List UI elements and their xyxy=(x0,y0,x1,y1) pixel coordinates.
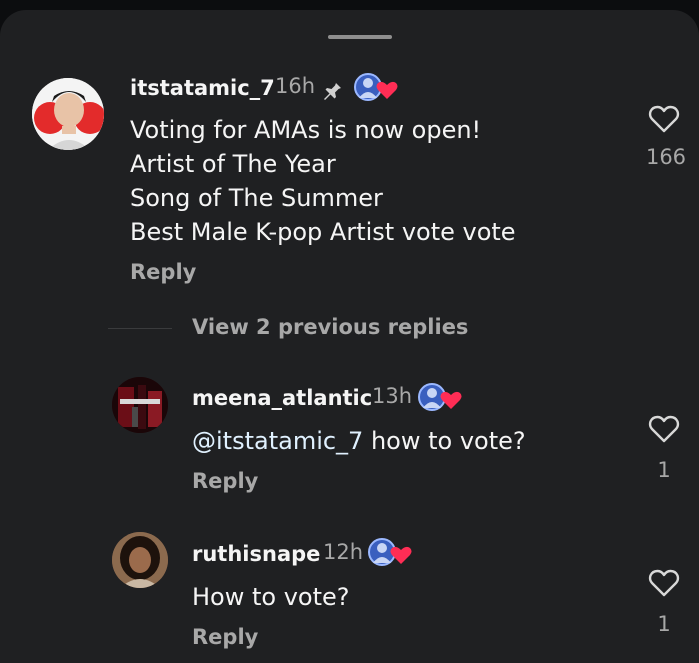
like-heart-icon[interactable] xyxy=(648,414,680,444)
reply-button[interactable]: Reply xyxy=(130,260,196,284)
like-heart-icon[interactable] xyxy=(648,568,680,598)
comments-sheet: itstatamic_7 16h Voting for AMAs is now … xyxy=(0,10,699,663)
thread-divider xyxy=(108,328,172,329)
like-count: 1 xyxy=(657,612,671,636)
pin-icon xyxy=(324,81,341,100)
fan-badge-heart-icon[interactable] xyxy=(368,537,412,567)
like-count: 166 xyxy=(645,145,687,169)
comment-line: Best Male K-pop Artist vote vote xyxy=(130,218,516,246)
avatar-ruthisnape[interactable] xyxy=(112,532,168,588)
reply-button[interactable]: Reply xyxy=(192,469,258,493)
reply-body: How to vote? xyxy=(192,583,350,611)
fan-badge-heart-icon[interactable] xyxy=(418,382,462,412)
avatar-meena-atlantic[interactable] xyxy=(112,377,168,433)
drag-handle[interactable] xyxy=(328,35,392,39)
avatar-itstatamic[interactable] xyxy=(32,78,104,150)
comment-username[interactable]: itstatamic_7 xyxy=(130,76,275,100)
comment-line: Artist of The Year xyxy=(130,150,336,178)
comment-line: Song of The Summer xyxy=(130,184,383,212)
reply-time: 12h xyxy=(323,540,364,564)
reply-time: 13h xyxy=(372,384,413,408)
like-heart-icon[interactable] xyxy=(648,104,680,134)
fan-badge-heart-icon[interactable] xyxy=(354,72,398,102)
reply-text: how to vote? xyxy=(363,427,526,455)
comment-line: Voting for AMAs is now open! xyxy=(130,116,482,144)
view-previous-replies-button[interactable]: View 2 previous replies xyxy=(192,315,468,339)
reply-body: @itstatamic_7 how to vote? xyxy=(192,424,526,458)
reply-username[interactable]: meena_atlantic xyxy=(192,386,372,410)
like-count: 1 xyxy=(657,458,671,482)
reply-button[interactable]: Reply xyxy=(192,625,258,649)
reply-username[interactable]: ruthisnape xyxy=(192,542,320,566)
comment-time: 16h xyxy=(275,74,316,98)
mention-link[interactable]: @itstatamic_7 xyxy=(192,427,363,455)
